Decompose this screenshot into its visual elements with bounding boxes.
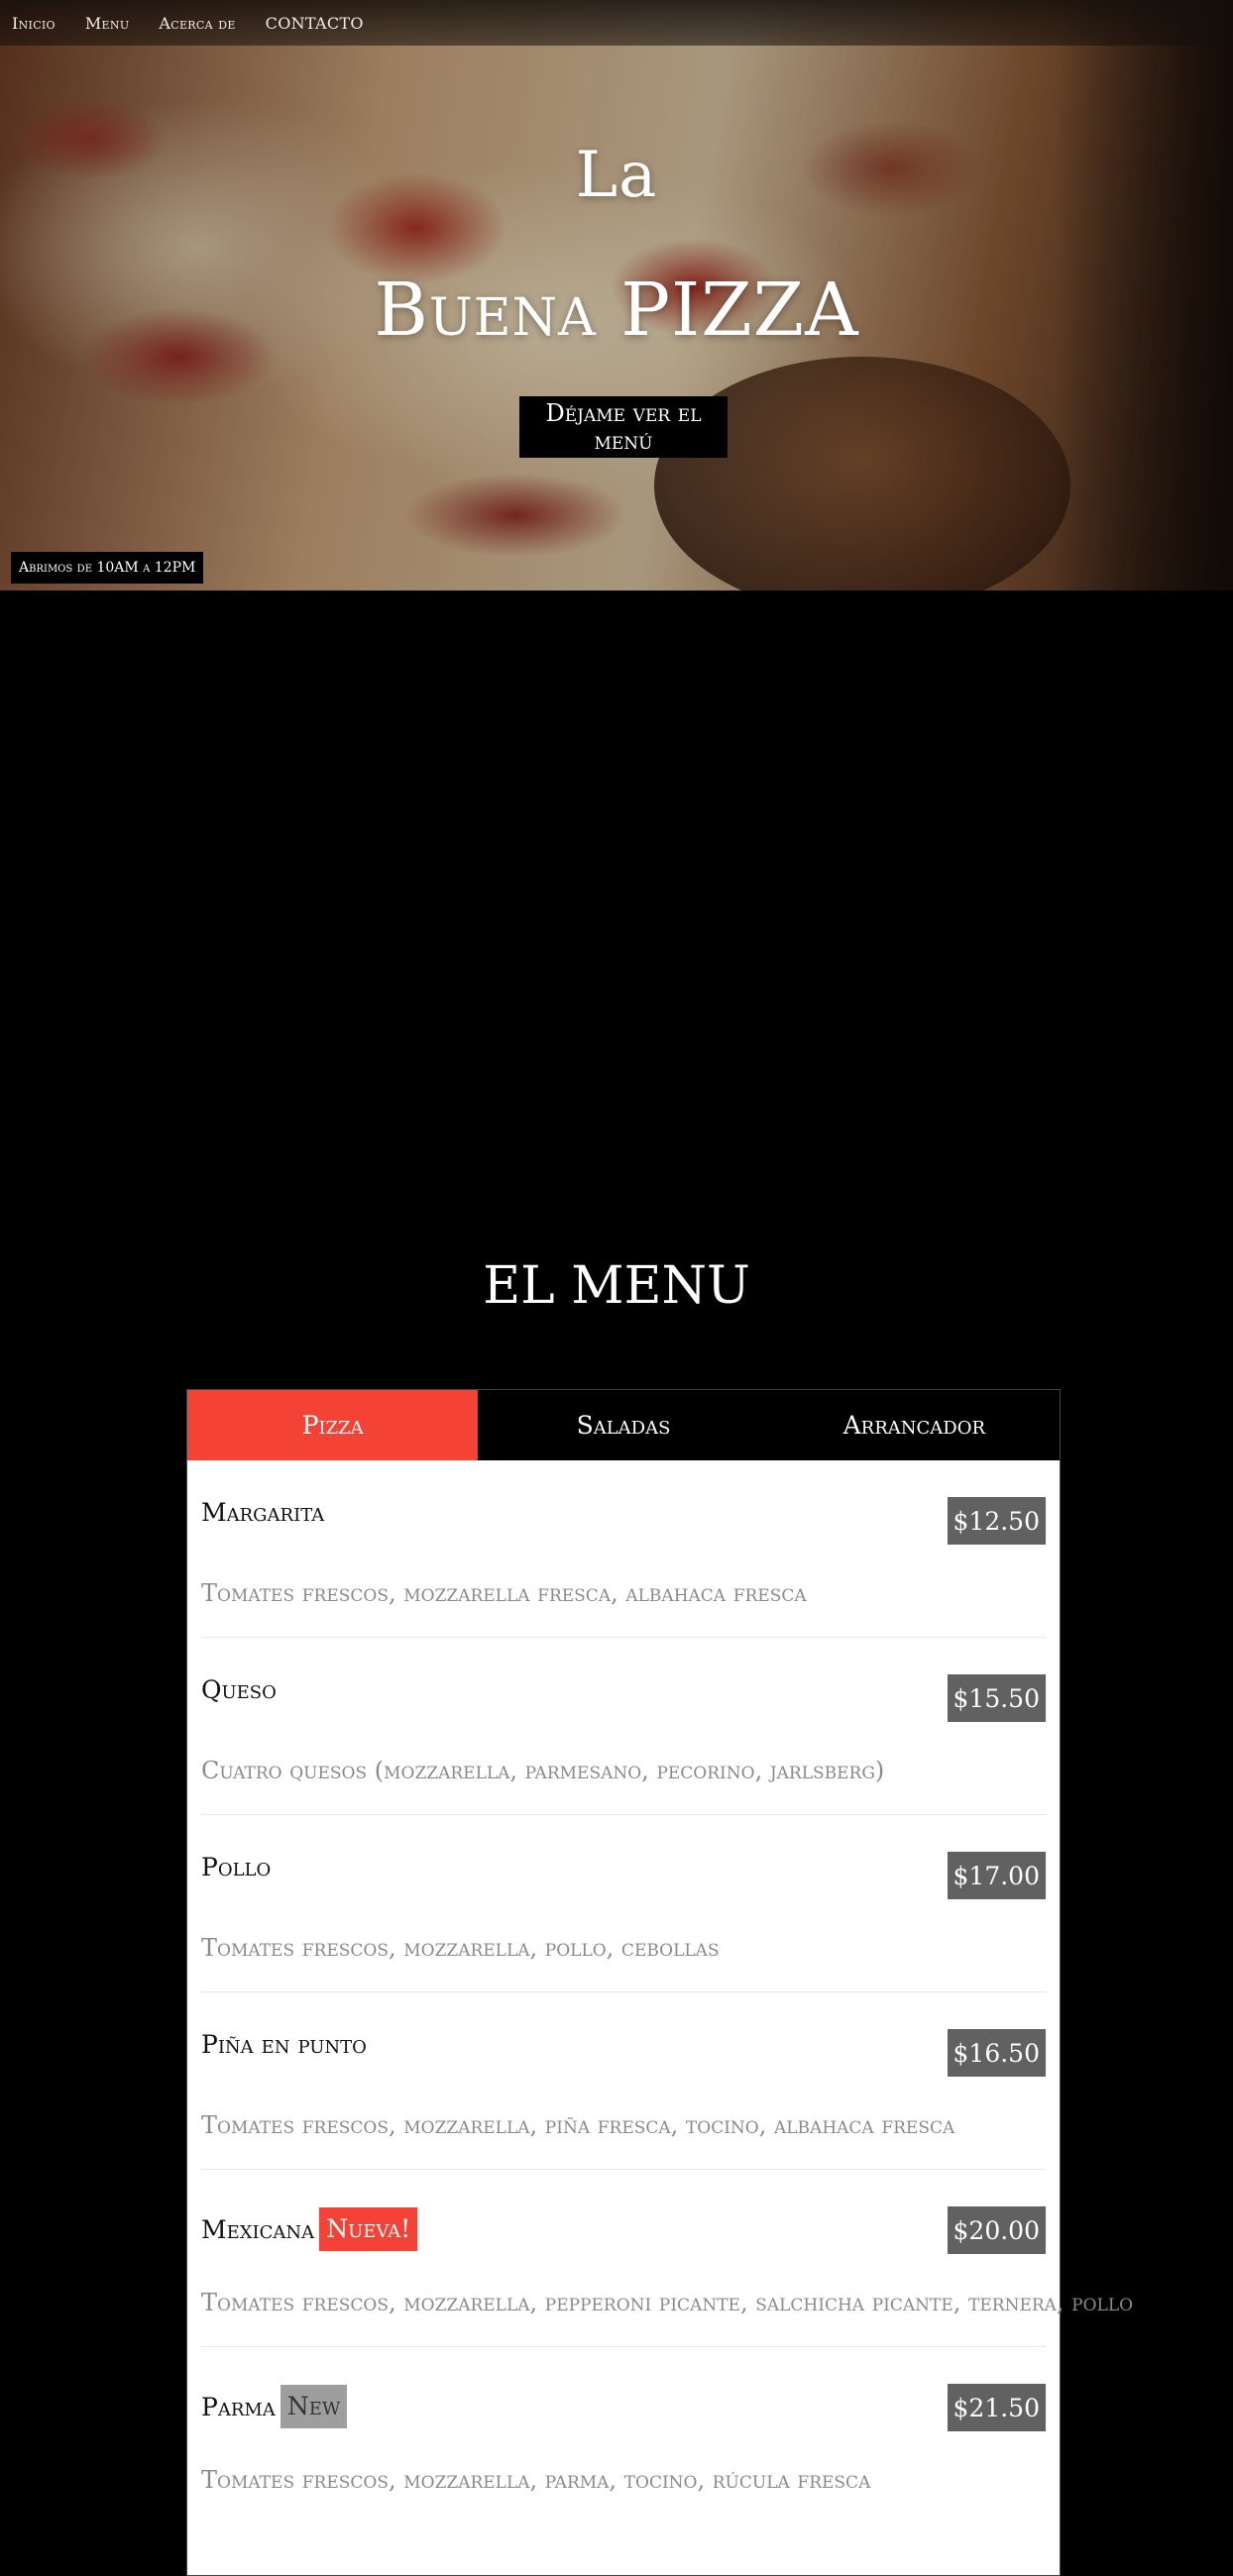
tab-arrancador[interactable]: Arrancador — [768, 1390, 1060, 1460]
menu-item-description: Tomates frescos, mozzarella, pollo, cebo… — [201, 1934, 720, 1962]
menu-item-description: Tomates frescos, mozzarella, piña fresca… — [201, 2111, 955, 2139]
hero-title-line2: Buena PIZZA — [374, 268, 859, 353]
nav-link-contacto[interactable]: CONTACTO — [266, 14, 364, 33]
menu-item-name: Piña en punto — [201, 2030, 367, 2059]
menu-item-name: Pollo — [201, 1853, 271, 1881]
menu-item: Mexicana Nueva! $20.00 Tomates frescos, … — [201, 2170, 1133, 2347]
menu-item-title: Parma — [201, 2392, 276, 2421]
menu-item-title: Pollo — [201, 1853, 272, 1881]
price-badge: $12.50 — [947, 1497, 1046, 1545]
menu-item: Piña en punto $16.50 Tomates frescos, mo… — [201, 1992, 1046, 2170]
menu-item-title: Mexicana — [201, 2214, 315, 2244]
menu-item-title: Piña en punto — [201, 2030, 367, 2059]
hero-title-line1: La — [575, 139, 658, 212]
menu-item-list: Margarita $12.50 Tomates frescos, mozzar… — [187, 1460, 1133, 2524]
new-badge: Nueva! — [319, 2207, 418, 2251]
menu-item-name: Queso — [201, 1675, 277, 1704]
menu-item: Queso $15.50 Cuatro quesos (mozzarella, … — [201, 1638, 1046, 1815]
price-badge: $20.00 — [947, 2206, 1046, 2254]
show-menu-button[interactable]: Déjame ver el menú — [519, 396, 728, 458]
price-badge: $16.50 — [947, 2029, 1046, 2077]
menu-item: Parma New $21.50 Tomates frescos, mozzar… — [201, 2347, 1046, 2524]
nav-link-acerca[interactable]: Acerca de — [159, 14, 235, 33]
menu-item-title: Queso — [201, 1675, 277, 1704]
top-navbar: Inicio Menu Acerca de CONTACTO — [0, 0, 1233, 46]
menu-item-description: Cuatro quesos (mozzarella, parmesano, pe… — [201, 1757, 885, 1784]
opening-hours-badge: Abrimos de 10AM a 12PM — [11, 552, 204, 584]
nav-link-inicio[interactable]: Inicio — [12, 14, 56, 33]
menu-item-description: Tomates frescos, mozzarella, parma, toci… — [201, 2466, 871, 2494]
menu-item-description: Tomates frescos, mozzarella, pepperoni p… — [201, 2289, 1134, 2316]
nav-link-menu[interactable]: Menu — [85, 14, 130, 33]
menu-tabs: Pizza Saladas Arrancador — [187, 1390, 1060, 1460]
tab-pizza[interactable]: Pizza — [187, 1390, 479, 1460]
price-badge: $17.00 — [947, 1852, 1046, 1899]
price-badge: $15.50 — [947, 1674, 1046, 1722]
menu-card: Pizza Saladas Arrancador Margarita $12.5… — [186, 1389, 1133, 2576]
menu-item-title: Margarita — [201, 1498, 325, 1527]
menu-item: Margarita $12.50 Tomates frescos, mozzar… — [201, 1460, 1046, 1638]
menu-item-description: Tomates frescos, mozzarella fresca, alba… — [201, 1579, 807, 1607]
price-badge: $21.50 — [947, 2384, 1046, 2431]
menu-item-name: Parma New — [201, 2385, 348, 2428]
tab-saladas[interactable]: Saladas — [478, 1390, 769, 1460]
menu-item-name: Mexicana Nueva! — [201, 2207, 418, 2251]
menu-item: Pollo $17.00 Tomates frescos, mozzarella… — [201, 1815, 1046, 1992]
new-badge: New — [280, 2385, 348, 2428]
menu-heading: EL MENU — [483, 1256, 750, 1316]
menu-item-name: Margarita — [201, 1498, 324, 1527]
hero-section: Inicio Menu Acerca de CONTACTO La Buena … — [0, 0, 1233, 590]
